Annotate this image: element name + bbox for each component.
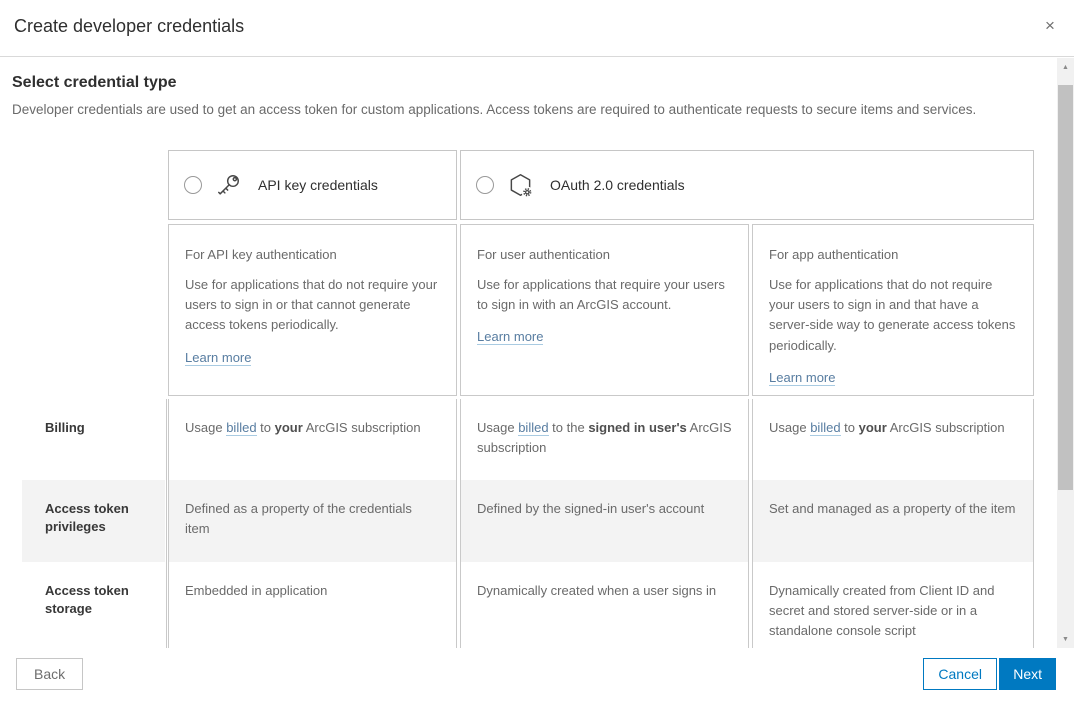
cell-text: to the [549, 420, 589, 435]
cell-text: Usage [769, 420, 810, 435]
oauth-gear-icon [507, 172, 534, 199]
access-token-privileges-row: Access token privileges Defined as a pro… [22, 480, 1034, 562]
cell-text: Defined by the signed-in user's account [477, 499, 732, 519]
row-label-access-token-privileges: Access token privileges [22, 480, 165, 562]
section-description: Developer credentials are used to get an… [12, 102, 976, 117]
cell-text: Set and managed as a property of the ite… [769, 499, 1017, 519]
learn-more-link[interactable]: Learn more [477, 329, 543, 345]
api-key-description-cell: For API key authentication Use for appli… [168, 224, 457, 396]
comparison-rows: Billing Usage billed to your ArcGIS subs… [22, 399, 1034, 648]
vertical-scrollbar[interactable]: ▲ ▼ [1057, 58, 1074, 648]
next-button[interactable]: Next [999, 658, 1056, 690]
create-developer-credentials-dialog: Create developer credentials × Select cr… [0, 0, 1074, 705]
dialog-title: Create developer credentials [14, 16, 244, 37]
api-key-radio[interactable] [184, 176, 202, 194]
cell-text: Dynamically created from Client ID and s… [769, 581, 1017, 641]
credential-type-table: API key credentials OAuth 2.0 credential… [168, 150, 1034, 396]
option-oauth-credentials[interactable]: OAuth 2.0 credentials [460, 150, 1034, 220]
description-title: For API key authentication [185, 245, 440, 265]
section-heading: Select credential type [12, 74, 177, 92]
billing-cell-oauth-user: Usage billed to the signed in user's Arc… [460, 399, 749, 480]
row-label-access-token-storage: Access token storage [22, 562, 165, 648]
privileges-cell-oauth-user: Defined by the signed-in user's account [460, 480, 749, 562]
cell-bold-text: signed in user's [588, 420, 686, 435]
billing-cell-api-key: Usage billed to your ArcGIS subscription [168, 399, 457, 480]
cell-bold-text: your [275, 420, 303, 435]
close-icon: × [1045, 16, 1055, 35]
dialog-footer: Back Cancel Next [0, 648, 1074, 705]
cell-text: ArcGIS subscription [303, 420, 421, 435]
dialog-content: Select credential type Developer credent… [0, 58, 1057, 648]
close-button[interactable]: × [1038, 14, 1062, 38]
scroll-down-icon[interactable]: ▼ [1057, 631, 1074, 647]
description-title: For user authentication [477, 245, 732, 265]
option-label: API key credentials [258, 177, 378, 193]
cell-text: Defined as a property of the credentials… [185, 499, 440, 539]
dialog-header: Create developer credentials × [0, 0, 1074, 57]
billed-link[interactable]: billed [226, 420, 256, 436]
description-body: Use for applications that do not require… [185, 275, 440, 335]
learn-more-link[interactable]: Learn more [769, 370, 835, 386]
cell-text: Dynamically created when a user signs in [477, 581, 732, 601]
cell-bold-text: your [859, 420, 887, 435]
cell-text: Usage [185, 420, 226, 435]
back-button[interactable]: Back [16, 658, 83, 690]
row-label-divider [166, 399, 167, 648]
storage-cell-oauth-user: Dynamically created when a user signs in [460, 562, 749, 648]
cell-text: ArcGIS subscription [887, 420, 1005, 435]
row-label-billing: Billing [22, 399, 165, 480]
learn-more-link[interactable]: Learn more [185, 350, 251, 366]
description-body: Use for applications that do not require… [769, 275, 1017, 356]
description-title: For app authentication [769, 245, 1017, 265]
billing-row: Billing Usage billed to your ArcGIS subs… [22, 399, 1034, 480]
option-api-key-credentials[interactable]: API key credentials [168, 150, 457, 220]
storage-cell-api-key: Embedded in application [168, 562, 457, 648]
cell-text: Embedded in application [185, 581, 440, 601]
oauth-user-description-cell: For user authentication Use for applicat… [460, 224, 749, 396]
cell-text: Usage [477, 420, 518, 435]
oauth-radio[interactable] [476, 176, 494, 194]
privileges-cell-oauth-app: Set and managed as a property of the ite… [752, 480, 1034, 562]
key-icon [215, 172, 242, 199]
scrollbar-thumb[interactable] [1058, 85, 1073, 490]
cell-text: to [257, 420, 275, 435]
privileges-cell-api-key: Defined as a property of the credentials… [168, 480, 457, 562]
access-token-storage-row: Access token storage Embedded in applica… [22, 562, 1034, 648]
billed-link[interactable]: billed [810, 420, 840, 436]
description-body: Use for applications that require your u… [477, 275, 732, 315]
cell-text: to [841, 420, 859, 435]
oauth-app-description-cell: For app authentication Use for applicati… [752, 224, 1034, 396]
billing-cell-oauth-app: Usage billed to your ArcGIS subscription [752, 399, 1034, 480]
scroll-up-icon[interactable]: ▲ [1057, 59, 1074, 75]
cancel-button[interactable]: Cancel [923, 658, 997, 690]
billed-link[interactable]: billed [518, 420, 548, 436]
option-label: OAuth 2.0 credentials [550, 177, 685, 193]
storage-cell-oauth-app: Dynamically created from Client ID and s… [752, 562, 1034, 648]
